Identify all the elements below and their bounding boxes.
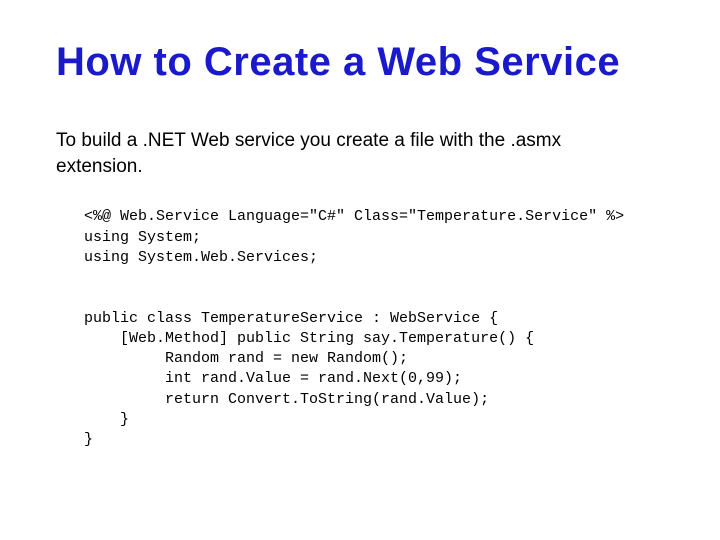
code-block: <%@ Web.Service Language="C#" Class="Tem… bbox=[84, 207, 670, 450]
slide-title: How to Create a Web Service bbox=[56, 40, 670, 84]
slide-subtitle: To build a .NET Web service you create a… bbox=[56, 128, 646, 179]
slide: How to Create a Web Service To build a .… bbox=[0, 0, 720, 540]
